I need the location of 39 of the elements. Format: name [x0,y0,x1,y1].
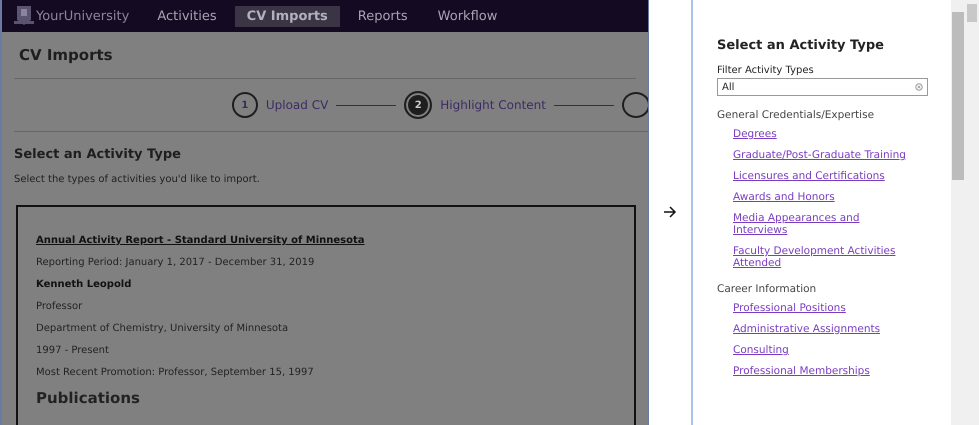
group-heading: Career Information [717,283,818,295]
right-arrow-icon [663,206,677,218]
scrollbar[interactable] [965,0,979,425]
nav-tab[interactable]: CV Imports [234,6,340,26]
section-heading: Select an Activity Type [14,147,182,162]
activity-type-link[interactable]: Degrees [733,128,913,140]
step-number: 1 [232,92,258,118]
step-circle [622,92,648,118]
scrollbar[interactable] [951,0,965,425]
filter-field[interactable]: All [717,78,928,96]
shield-logo-icon [14,5,34,27]
activity-type-link[interactable]: Media Appearances and Interviews [733,212,913,236]
panel-title: Select an Activity Type [717,38,885,53]
activity-type-link[interactable]: Licensures and Certifications [733,170,913,182]
activity-type-link[interactable]: Professional Positions [733,302,913,314]
filter-label: Filter Activity Types [717,65,815,76]
activity-type-link[interactable]: Faculty Development Activities Attended [733,245,913,269]
instructions-text: Select the types of activities you'd like to import. [14,174,261,185]
activity-type-link[interactable]: Awards and Honors [733,191,913,203]
group-heading: General Credentials/Expertise [717,109,876,121]
logo-text[interactable]: YourUniversity [36,8,130,24]
document-line: 1997 - Present [36,345,110,356]
activity-type-link[interactable]: Graduate/Post-Graduate Training [733,149,913,161]
document-line: Most Recent Promotion: Professor, September 15, 1997 [36,367,315,378]
document-title: Annual Activity Report - Standard University of Minnesota [36,235,366,246]
document-line: Kenneth Leopold [36,279,132,290]
document-line: Department of Chemistry, University of Minnesota [36,323,290,334]
activity-type-link[interactable]: Professional Memberships [733,365,913,377]
nav-tab[interactable]: Reports [346,6,420,26]
nav-tab[interactable]: Activities [145,6,229,26]
document-line: Reporting Period: January 1, 2017 - December 31, 2019 [36,257,316,268]
document-heading: Publications [36,389,141,407]
page-title: CV Imports [14,32,636,79]
activity-type-link[interactable]: Consulting [733,344,913,356]
step-number: 2 [404,91,432,119]
document-line: Professor [36,301,84,312]
nav-tab[interactable]: Workflow [426,6,510,26]
clear-icon[interactable] [915,83,923,91]
activity-type-link[interactable]: Administrative Assignments [733,323,913,335]
